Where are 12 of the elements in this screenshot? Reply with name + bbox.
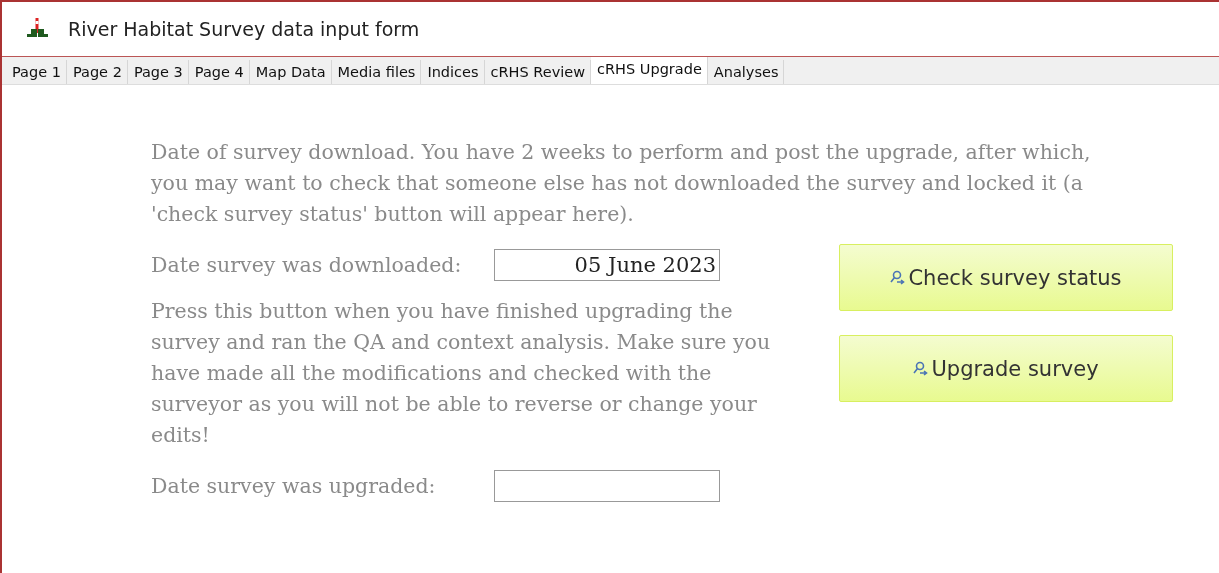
date-field[interactable]: [494, 470, 720, 502]
search-icon: [890, 269, 907, 286]
intro-text: Date of survey download. You have 2 weeks to perform and post the upgrade, after which, you may want to check that someone else has not downloaded the survey and locked it (a 'check survey status' button will appear here).: [151, 139, 1092, 228]
search-icon: [913, 360, 930, 377]
action-button[interactable]: Check survey status: [839, 244, 1173, 311]
window-title: River Habitat Survey data input form: [68, 18, 420, 40]
field-label: Date survey was upgraded:: [151, 472, 437, 500]
date-field[interactable]: 05 June 2023: [494, 249, 720, 281]
instructions-text: Press this button when you have finished upgrading the survey and ran the QA and context analysis. Make sure you have made all the modifications and checked with the surveyor as you will not be able to reverse or change your edits!: [151, 298, 772, 449]
action-button[interactable]: Upgrade survey: [839, 335, 1173, 402]
tab[interactable]: cRHS Upgrade: [591, 57, 708, 84]
field-label: Date survey was downloaded:: [151, 251, 463, 279]
